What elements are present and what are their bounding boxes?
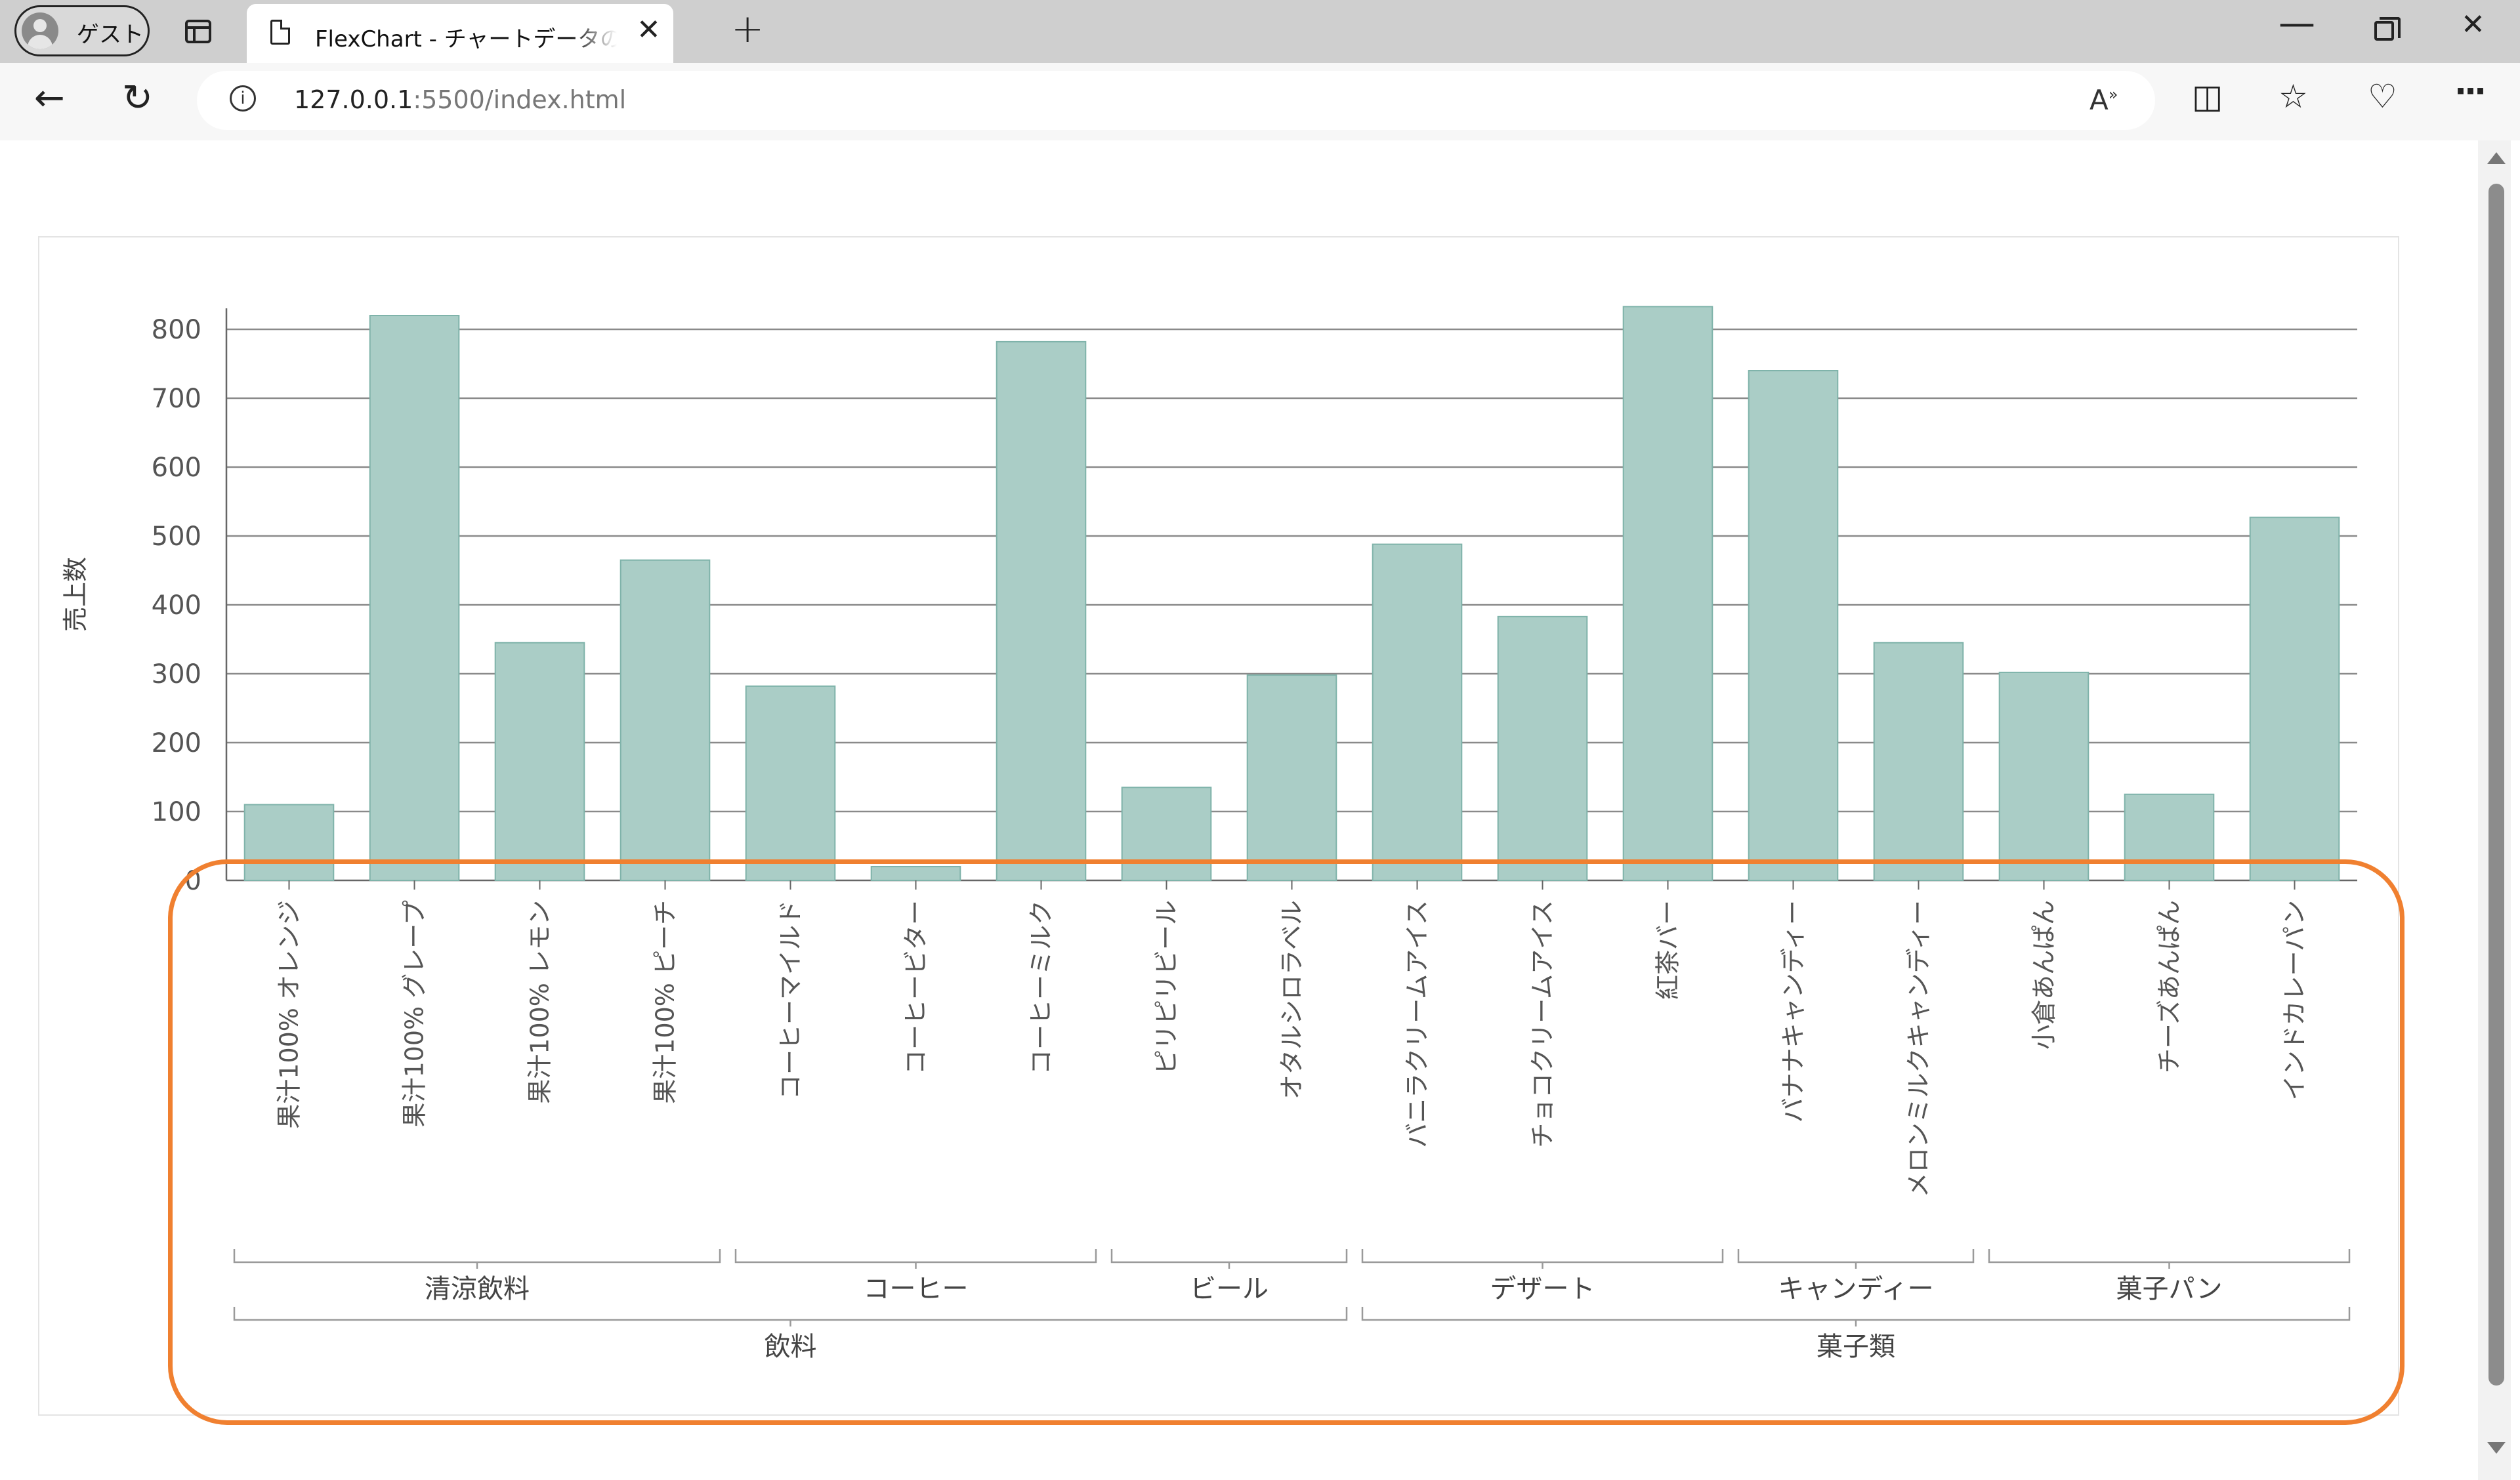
- bar: [1748, 370, 1839, 881]
- bar: [620, 559, 711, 881]
- y-tick-label: 300: [152, 659, 201, 689]
- y-tick-label: 400: [152, 590, 201, 621]
- y-tick-label: 500: [152, 522, 201, 552]
- bar: [1497, 615, 1588, 881]
- bar: [745, 685, 836, 882]
- y-tick-label: 600: [152, 453, 201, 483]
- y-tick-label: 800: [152, 315, 201, 345]
- highlight-annotation: [168, 859, 2404, 1425]
- bar: [996, 340, 1087, 881]
- bar: [2249, 516, 2340, 881]
- bar: [1873, 642, 1964, 881]
- bar: [1998, 671, 2090, 882]
- bar: [1622, 306, 1713, 882]
- y-axis-title: 売上数: [61, 557, 90, 632]
- bar: [1246, 674, 1337, 881]
- y-tick-label: 700: [152, 384, 201, 414]
- bar: [1372, 543, 1463, 881]
- bar: [369, 315, 460, 881]
- y-tick-label: 200: [152, 728, 201, 758]
- bar: [494, 642, 585, 881]
- y-tick-label: 100: [152, 797, 201, 827]
